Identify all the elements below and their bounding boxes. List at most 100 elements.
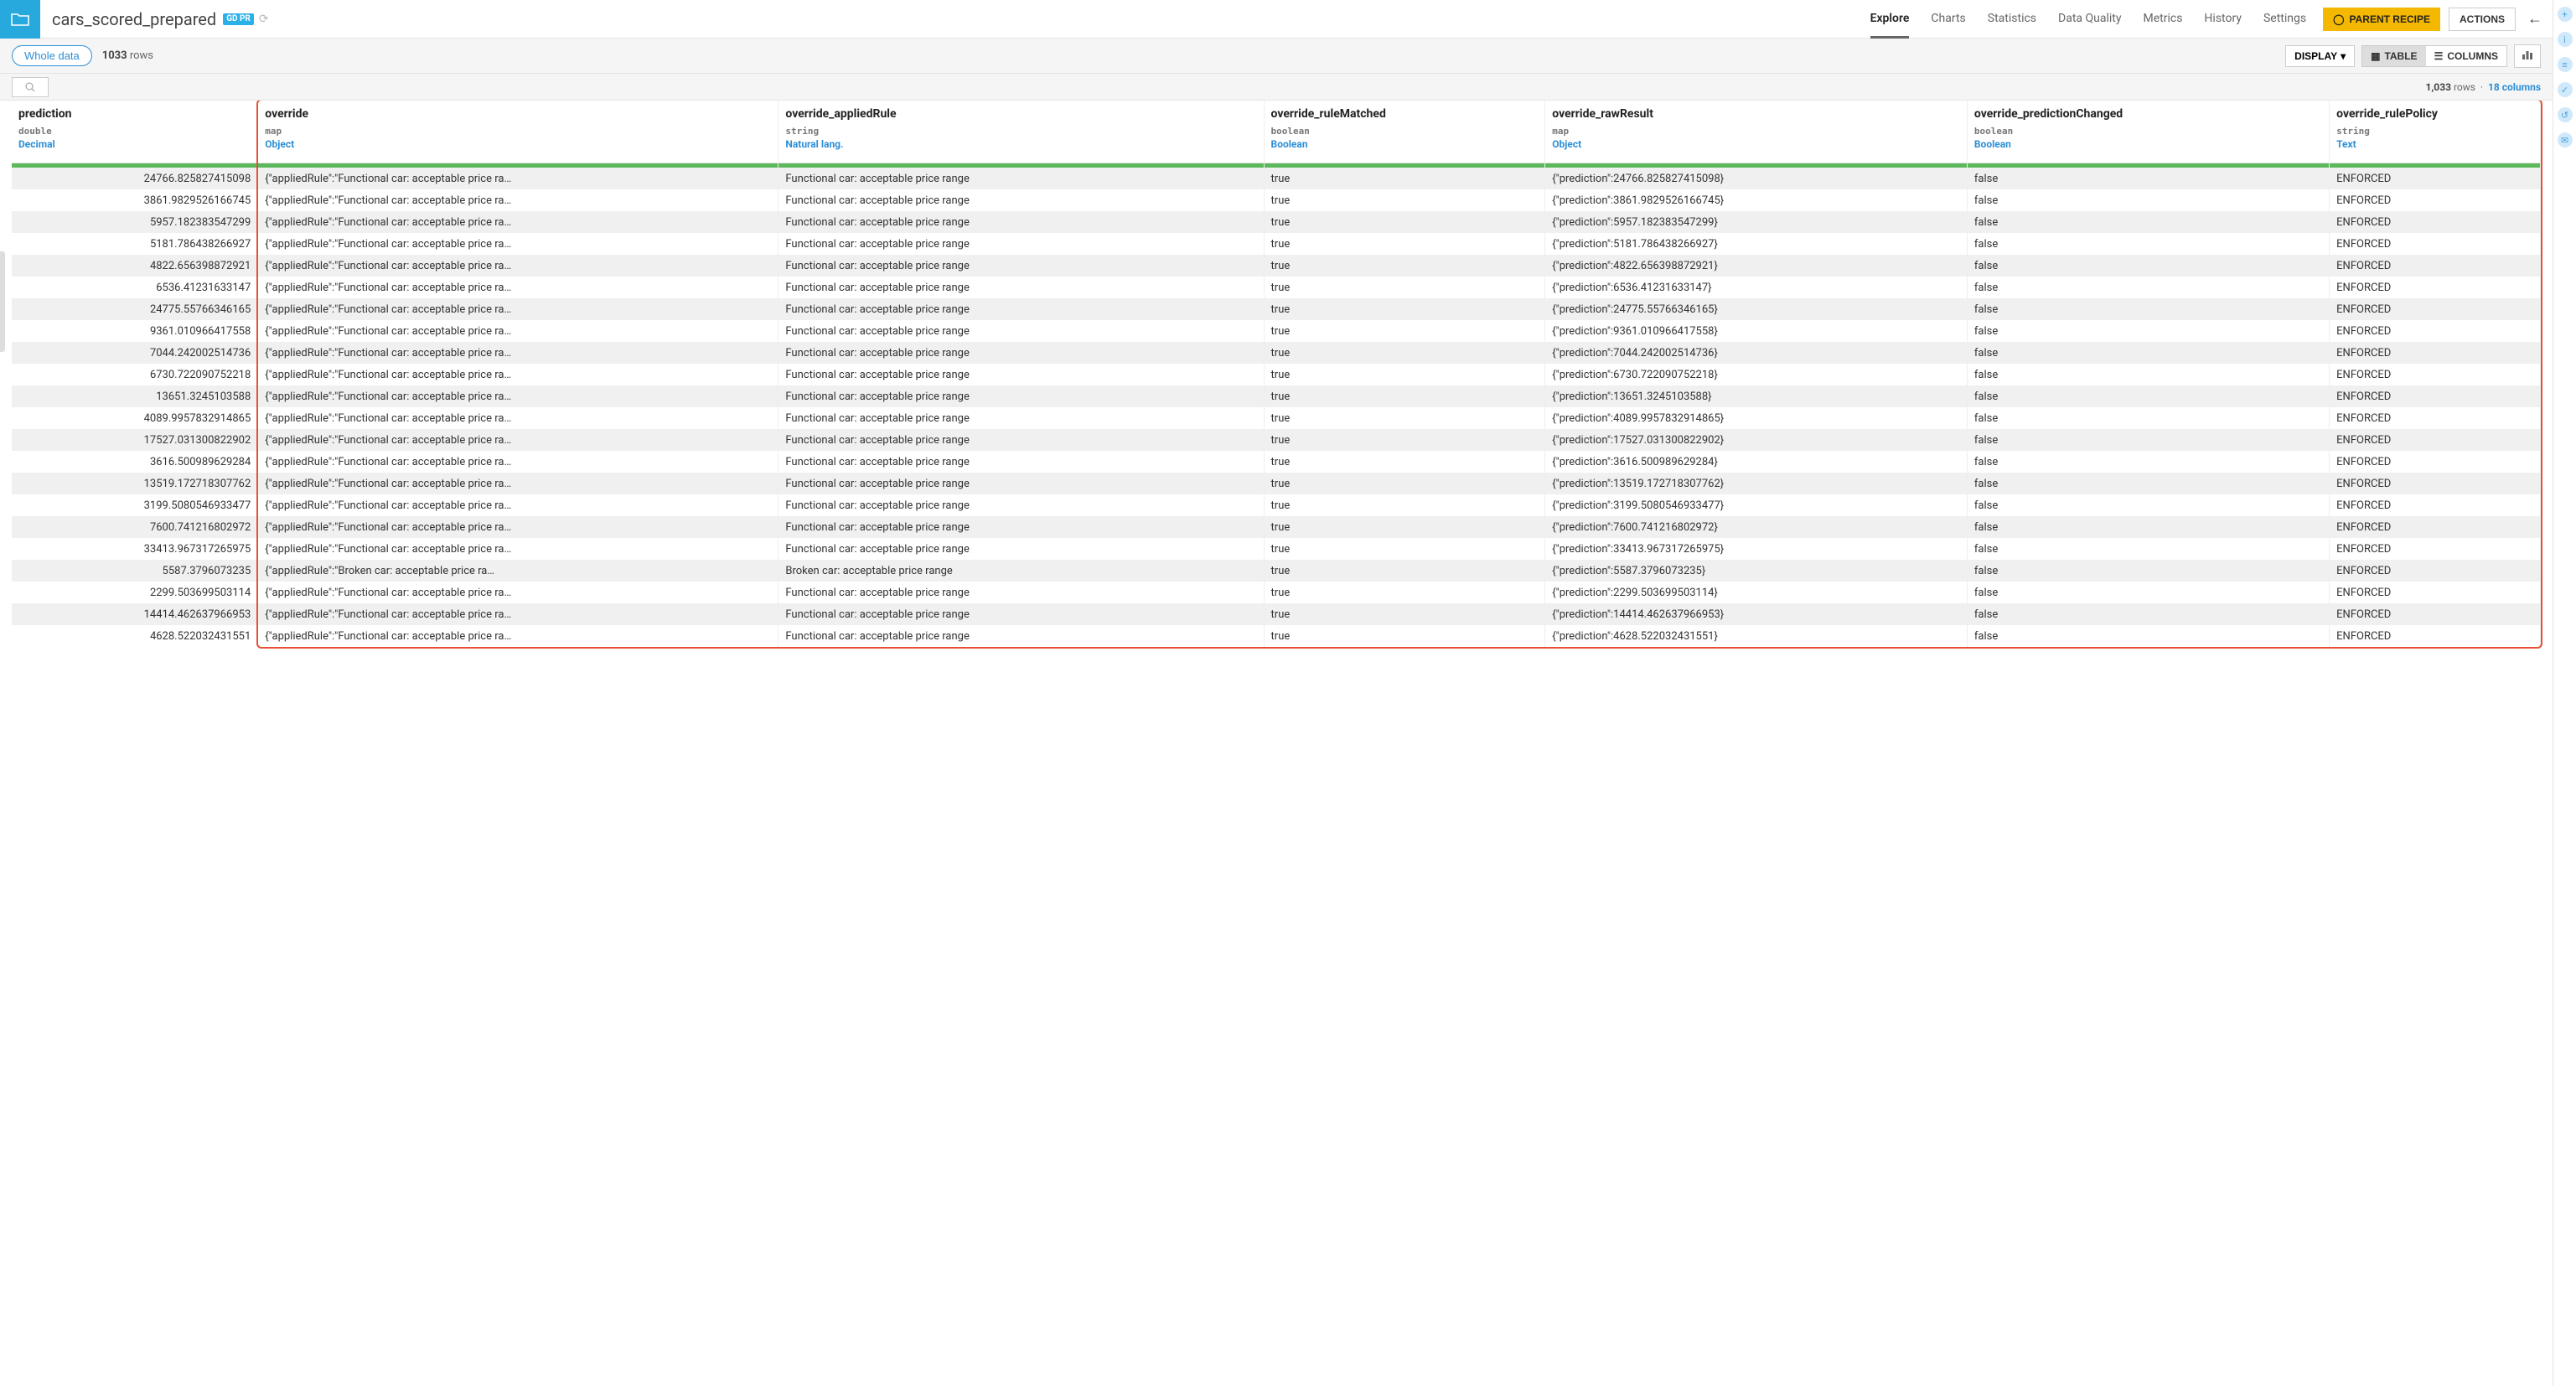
- cell-override_rawResult[interactable]: {"prediction":5181.786438266927}: [1545, 233, 1968, 255]
- cell-prediction[interactable]: 14414.462637966953: [12, 603, 258, 625]
- table-row[interactable]: 2299.503699503114{"appliedRule":"Functio…: [12, 582, 2541, 603]
- column-header-prediction[interactable]: predictiondoubleDecimal: [12, 101, 258, 163]
- table-row[interactable]: 6730.722090752218{"appliedRule":"Functio…: [12, 364, 2541, 385]
- cell-override_appliedRule[interactable]: Functional car: acceptable price range: [778, 255, 1264, 277]
- column-meaning[interactable]: Natural lang.: [785, 138, 1256, 150]
- actions-button[interactable]: ACTIONS: [2449, 8, 2516, 31]
- table-row[interactable]: 33413.967317265975{"appliedRule":"Functi…: [12, 538, 2541, 560]
- cell-override_ruleMatched[interactable]: true: [1264, 277, 1545, 298]
- cell-override[interactable]: {"appliedRule":"Broken car: acceptable p…: [258, 560, 778, 582]
- cell-override_rulePolicy[interactable]: ENFORCED: [2330, 385, 2541, 407]
- cell-override_rawResult[interactable]: {"prediction":6536.41231633147}: [1545, 277, 1968, 298]
- cell-override[interactable]: {"appliedRule":"Functional car: acceptab…: [258, 582, 778, 603]
- cell-override_ruleMatched[interactable]: true: [1264, 211, 1545, 233]
- cell-override_appliedRule[interactable]: Functional car: acceptable price range: [778, 211, 1264, 233]
- cell-override_appliedRule[interactable]: Functional car: acceptable price range: [778, 364, 1264, 385]
- display-dropdown[interactable]: DISPLAY ▾: [2285, 45, 2355, 67]
- cell-override_predictionChanged[interactable]: false: [1967, 211, 2329, 233]
- cell-override[interactable]: {"appliedRule":"Functional car: acceptab…: [258, 429, 778, 451]
- list-rail-icon[interactable]: ≡: [2558, 57, 2573, 72]
- cell-override_rawResult[interactable]: {"prediction":9361.010966417558}: [1545, 320, 1968, 342]
- cell-override_rulePolicy[interactable]: ENFORCED: [2330, 560, 2541, 582]
- cell-prediction[interactable]: 6730.722090752218: [12, 364, 258, 385]
- cell-override[interactable]: {"appliedRule":"Functional car: acceptab…: [258, 364, 778, 385]
- table-row[interactable]: 4628.522032431551{"appliedRule":"Functio…: [12, 625, 2541, 647]
- table-row[interactable]: 5957.182383547299{"appliedRule":"Functio…: [12, 211, 2541, 233]
- columns-view-button[interactable]: ☰ COLUMNS: [2426, 46, 2506, 66]
- cell-override[interactable]: {"appliedRule":"Functional car: acceptab…: [258, 473, 778, 494]
- cell-override_predictionChanged[interactable]: false: [1967, 538, 2329, 560]
- cell-override_rulePolicy[interactable]: ENFORCED: [2330, 277, 2541, 298]
- table-row[interactable]: 4089.9957832914865{"appliedRule":"Functi…: [12, 407, 2541, 429]
- cell-override_appliedRule[interactable]: Functional car: acceptable price range: [778, 538, 1264, 560]
- cell-override_appliedRule[interactable]: Functional car: acceptable price range: [778, 385, 1264, 407]
- table-row[interactable]: 17527.031300822902{"appliedRule":"Functi…: [12, 429, 2541, 451]
- cell-prediction[interactable]: 17527.031300822902: [12, 429, 258, 451]
- cell-override_rawResult[interactable]: {"prediction":5957.182383547299}: [1545, 211, 1968, 233]
- column-header-override_rawResult[interactable]: override_rawResultmapObject: [1545, 101, 1968, 163]
- cell-override_appliedRule[interactable]: Functional car: acceptable price range: [778, 320, 1264, 342]
- cell-override_appliedRule[interactable]: Functional car: acceptable price range: [778, 277, 1264, 298]
- cell-override_predictionChanged[interactable]: false: [1967, 560, 2329, 582]
- column-meaning[interactable]: Boolean: [1271, 138, 1539, 150]
- tab-charts[interactable]: Charts: [1931, 1, 1965, 39]
- cell-prediction[interactable]: 4628.522032431551: [12, 625, 258, 647]
- cell-override_ruleMatched[interactable]: true: [1264, 560, 1545, 582]
- cell-prediction[interactable]: 33413.967317265975: [12, 538, 258, 560]
- cell-prediction[interactable]: 24775.55766346165: [12, 298, 258, 320]
- cell-override[interactable]: {"appliedRule":"Functional car: acceptab…: [258, 298, 778, 320]
- cell-override_ruleMatched[interactable]: true: [1264, 255, 1545, 277]
- cell-override_predictionChanged[interactable]: false: [1967, 342, 2329, 364]
- parent-recipe-button[interactable]: ◯ PARENT RECIPE: [2323, 8, 2440, 31]
- table-row[interactable]: 9361.010966417558{"appliedRule":"Functio…: [12, 320, 2541, 342]
- gdpr-badge[interactable]: GD PR: [223, 13, 254, 25]
- cell-override_rawResult[interactable]: {"prediction":14414.462637966953}: [1545, 603, 1968, 625]
- cell-override_appliedRule[interactable]: Functional car: acceptable price range: [778, 494, 1264, 516]
- cell-prediction[interactable]: 7044.242002514736: [12, 342, 258, 364]
- check-icon[interactable]: ✓: [2558, 82, 2573, 97]
- cell-override_rulePolicy[interactable]: ENFORCED: [2330, 582, 2541, 603]
- tab-history[interactable]: History: [2204, 1, 2242, 39]
- cell-override_appliedRule[interactable]: Functional car: acceptable price range: [778, 516, 1264, 538]
- cell-override_rawResult[interactable]: {"prediction":4822.656398872921}: [1545, 255, 1968, 277]
- cell-override_rulePolicy[interactable]: ENFORCED: [2330, 494, 2541, 516]
- cell-override_ruleMatched[interactable]: true: [1264, 233, 1545, 255]
- cell-override_rawResult[interactable]: {"prediction":5587.3796073235}: [1545, 560, 1968, 582]
- column-meaning[interactable]: Object: [1552, 138, 1960, 150]
- cell-override_rulePolicy[interactable]: ENFORCED: [2330, 233, 2541, 255]
- tab-explore[interactable]: Explore: [1870, 1, 1910, 39]
- add-icon[interactable]: +: [2558, 7, 2573, 22]
- cell-override[interactable]: {"appliedRule":"Functional car: acceptab…: [258, 494, 778, 516]
- cell-override[interactable]: {"appliedRule":"Functional car: acceptab…: [258, 211, 778, 233]
- cell-override_rawResult[interactable]: {"prediction":13651.3245103588}: [1545, 385, 1968, 407]
- cell-override[interactable]: {"appliedRule":"Functional car: acceptab…: [258, 603, 778, 625]
- history-rail-icon[interactable]: ↺: [2558, 107, 2573, 122]
- cell-override_appliedRule[interactable]: Functional car: acceptable price range: [778, 189, 1264, 211]
- cell-prediction[interactable]: 13519.172718307762: [12, 473, 258, 494]
- column-meaning[interactable]: Decimal: [18, 138, 251, 150]
- filter-cols-link[interactable]: 18 columns: [2488, 81, 2541, 93]
- cell-override_predictionChanged[interactable]: false: [1967, 385, 2329, 407]
- cell-override[interactable]: {"appliedRule":"Functional car: acceptab…: [258, 233, 778, 255]
- column-header-override_appliedRule[interactable]: override_appliedRulestringNatural lang.: [778, 101, 1264, 163]
- cell-override[interactable]: {"appliedRule":"Functional car: acceptab…: [258, 189, 778, 211]
- cell-override_predictionChanged[interactable]: false: [1967, 407, 2329, 429]
- cell-override_rawResult[interactable]: {"prediction":33413.967317265975}: [1545, 538, 1968, 560]
- tab-settings[interactable]: Settings: [2263, 1, 2306, 39]
- cell-override_predictionChanged[interactable]: false: [1967, 189, 2329, 211]
- column-header-override_rulePolicy[interactable]: override_rulePolicystringText: [2330, 101, 2541, 163]
- cell-override_appliedRule[interactable]: Functional car: acceptable price range: [778, 233, 1264, 255]
- cell-override_predictionChanged[interactable]: false: [1967, 429, 2329, 451]
- cell-override_rawResult[interactable]: {"prediction":3861.9829526166745}: [1545, 189, 1968, 211]
- info-icon[interactable]: i: [2558, 32, 2573, 47]
- cell-override_rulePolicy[interactable]: ENFORCED: [2330, 320, 2541, 342]
- cell-override_appliedRule[interactable]: Functional car: acceptable price range: [778, 407, 1264, 429]
- cell-prediction[interactable]: 5181.786438266927: [12, 233, 258, 255]
- table-row[interactable]: 13519.172718307762{"appliedRule":"Functi…: [12, 473, 2541, 494]
- cell-prediction[interactable]: 7600.741216802972: [12, 516, 258, 538]
- cell-override_predictionChanged[interactable]: false: [1967, 603, 2329, 625]
- cell-override_ruleMatched[interactable]: true: [1264, 538, 1545, 560]
- cell-prediction[interactable]: 3199.5080546933477: [12, 494, 258, 516]
- column-meaning[interactable]: Text: [2336, 138, 2533, 150]
- cell-override_predictionChanged[interactable]: false: [1967, 494, 2329, 516]
